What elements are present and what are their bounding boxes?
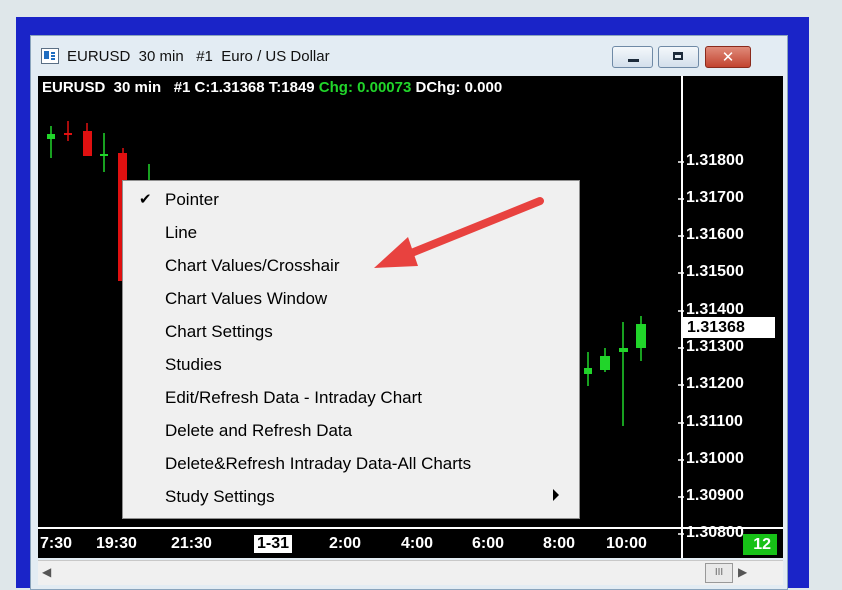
time-label: 2:00 (329, 535, 362, 552)
price-label: 1.31000 (686, 450, 744, 467)
time-label: 7:30 (40, 535, 73, 552)
candle-body (584, 368, 592, 374)
bar-count-badge: 12 (743, 534, 777, 555)
close-button[interactable]: ✕ (705, 46, 751, 68)
time-axis: 7:30 19:30 21:30 1-31 2:00 4:00 6:00 8:0… (38, 527, 783, 558)
time-label: 19:30 (96, 535, 137, 552)
horizontal-scrollbar[interactable]: ◀ III ▶ (38, 560, 783, 585)
menu-item-label: Delete&Refresh Intraday Data-All Charts (165, 454, 472, 473)
time-label: 10:00 (606, 535, 647, 552)
title-bar[interactable]: EURUSD 30 min #1 Euro / US Dollar ✕ (31, 36, 787, 76)
header-daily-change: DChg: 0.000 (411, 79, 503, 96)
menu-item-chart-values-crosshair[interactable]: Chart Values/Crosshair (123, 249, 579, 282)
price-label: 1.31600 (686, 226, 744, 243)
menu-item-label: Pointer (165, 190, 219, 209)
minimize-icon (628, 59, 639, 62)
candle-body (619, 348, 628, 352)
header-main: EURUSD 30 min #1 C:1.31368 T:1849 (42, 79, 319, 96)
menu-item-line[interactable]: Line (123, 216, 579, 249)
price-label: 1.31700 (686, 189, 744, 206)
submenu-arrow-icon (553, 489, 559, 501)
context-menu: ✔ Pointer Line Chart Values/Crosshair Cha… (122, 180, 580, 519)
minimize-button[interactable] (612, 46, 653, 68)
app-icon[interactable] (41, 48, 59, 64)
candle-body (83, 131, 92, 156)
price-label: 1.31800 (686, 152, 744, 169)
menu-item-label: Line (165, 223, 198, 242)
price-label: 1.31100 (686, 413, 743, 430)
menu-item-label: Studies (165, 355, 222, 374)
current-price-label: 1.31368 (683, 317, 775, 338)
scroll-right-icon[interactable]: ▶ (738, 565, 747, 579)
maximize-icon (673, 52, 683, 60)
scroll-thumb[interactable]: III (705, 563, 733, 583)
menu-item-label: Study Settings (165, 487, 275, 506)
chart-header: EURUSD 30 min #1 C:1.31368 T:1849 Chg: 0… (42, 79, 502, 96)
candle-body (100, 154, 108, 156)
time-label: 21:30 (171, 535, 212, 552)
time-label-date: 1-31 (254, 535, 293, 553)
menu-item-label: Chart Settings (165, 322, 273, 341)
time-label: 8:00 (543, 535, 576, 552)
candle-body (64, 133, 72, 135)
price-label: 1.30900 (686, 487, 744, 504)
price-label: 1.31200 (686, 375, 744, 392)
price-label: 1.31500 (686, 263, 744, 280)
price-label: 1.31300 (686, 338, 744, 355)
scroll-left-icon[interactable]: ◀ (42, 565, 51, 579)
checkmark-icon: ✔ (139, 191, 152, 208)
candle-body (600, 356, 610, 370)
candle-body (47, 134, 55, 139)
menu-item-delete-refresh-data[interactable]: Delete and Refresh Data (123, 414, 579, 447)
menu-item-label: Edit/Refresh Data - Intraday Chart (165, 388, 423, 407)
menu-item-studies[interactable]: Studies (123, 348, 579, 381)
time-label: 4:00 (401, 535, 434, 552)
menu-item-chart-values-window[interactable]: Chart Values Window (123, 282, 579, 315)
maximize-button[interactable] (658, 46, 699, 68)
time-label: 6:00 (472, 535, 505, 552)
menu-item-delete-refresh-all[interactable]: Delete&Refresh Intraday Data-All Charts (123, 447, 579, 480)
menu-item-pointer[interactable]: ✔ Pointer (123, 183, 579, 216)
header-change: Chg: 0.00073 (318, 79, 412, 96)
window-title: EURUSD 30 min #1 Euro / US Dollar (67, 48, 330, 65)
menu-item-label: Delete and Refresh Data (165, 421, 353, 440)
menu-item-label: Chart Values/Crosshair (165, 256, 340, 275)
menu-item-edit-refresh-data[interactable]: Edit/Refresh Data - Intraday Chart (123, 381, 579, 414)
menu-item-label: Chart Values Window (165, 289, 328, 308)
menu-item-study-settings[interactable]: Study Settings (123, 480, 579, 513)
close-icon: ✕ (721, 48, 735, 66)
candle-body (636, 324, 646, 348)
menu-item-chart-settings[interactable]: Chart Settings (123, 315, 579, 348)
